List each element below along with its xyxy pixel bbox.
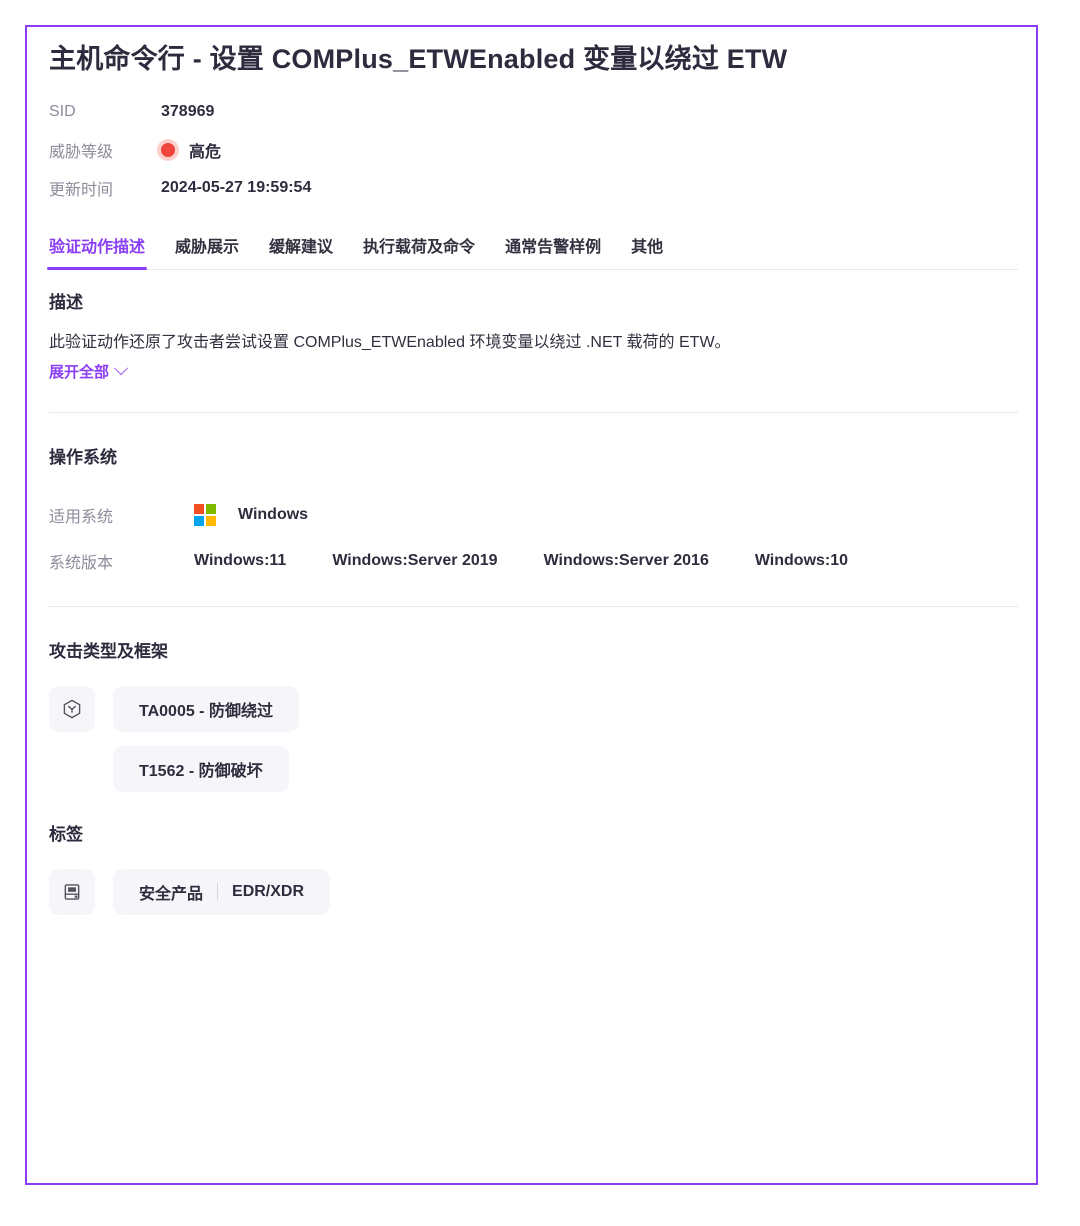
tag-separator (217, 883, 219, 901)
expand-all-label: 展开全部 (49, 363, 110, 381)
windows-logo-icon (194, 503, 216, 526)
tag-chip[interactable]: 安全产品 EDR/XDR (113, 868, 331, 915)
os-section: 操作系统 适用系统 Windows 系统版本 Windows:11 Window… (47, 413, 1018, 584)
attack-heading: 攻击类型及框架 (49, 641, 168, 661)
attack-section: 攻击类型及框架 TA0005 - 防御绕过 T1562 - 防御破坏 (47, 607, 1018, 792)
page-title: 主机命令行 - 设置 COMPlus_ETWEnabled 变量以绕过 ETW (49, 44, 788, 74)
attack-tactic-row: TA0005 - 防御绕过 (49, 685, 1018, 732)
tab-payload-and-commands[interactable]: 执行载荷及命令 (363, 233, 475, 269)
os-version-item: Windows:10 (754, 551, 849, 569)
threat-level-dot-icon (161, 142, 175, 157)
meta-row-update-time: 更新时间 2024-05-27 19:59:54 (49, 169, 1018, 207)
meta-value-update-time: 2024-05-27 19:59:54 (161, 178, 312, 196)
meta-row-threat-level: 威胁等级 高危 (49, 131, 1018, 169)
description-heading: 描述 (49, 292, 83, 312)
tags-section: 标签 安全产品 EDR/XDR (47, 792, 1018, 915)
tab-mitigation-advice[interactable]: 缓解建议 (269, 233, 333, 269)
os-version-list: Windows:11 Windows:Server 2019 Windows:S… (194, 552, 848, 570)
detail-panel: 主机命令行 - 设置 COMPlus_ETWEnabled 变量以绕过 ETW … (25, 25, 1038, 1185)
os-applicable-value: Windows (238, 505, 309, 523)
tag-value: EDR/XDR (232, 882, 305, 900)
attack-tactic-chip[interactable]: TA0005 - 防御绕过 (113, 685, 299, 732)
description-section: 描述 此验证动作还原了攻击者尝试设置 COMPlus_ETWEnabled 环境… (47, 270, 1018, 382)
tab-validation-description[interactable]: 验证动作描述 (46, 233, 148, 270)
tab-threat-display[interactable]: 威胁展示 (175, 233, 239, 269)
tag-category: 安全产品 (139, 885, 204, 903)
os-version-row: 系统版本 Windows:11 Windows:Server 2019 Wind… (49, 538, 1018, 584)
os-version-item: Windows:Server 2016 (543, 551, 709, 569)
os-applicable-row: 适用系统 Windows (49, 492, 1018, 538)
tags-heading: 标签 (49, 824, 83, 844)
tab-bar: 验证动作描述 威胁展示 缓解建议 执行载荷及命令 通常告警样例 其他 (46, 225, 1018, 270)
expand-all-link[interactable]: 展开全部 (49, 361, 129, 382)
meta-row-sid: SID 378969 (49, 93, 1018, 131)
status-badge: 高危 (161, 138, 221, 162)
meta-label-threat-level: 威胁等级 (49, 143, 114, 161)
os-heading: 操作系统 (49, 447, 117, 467)
attack-technique-chip[interactable]: T1562 - 防御破坏 (113, 745, 289, 792)
meta-value-sid: 378969 (161, 102, 215, 120)
os-version-label: 系统版本 (49, 554, 114, 572)
os-version-item: Windows:Server 2019 (332, 551, 498, 569)
os-applicable-label: 适用系统 (49, 508, 114, 526)
hexagon-attack-icon (49, 685, 95, 732)
tag-row: 安全产品 EDR/XDR (49, 868, 1018, 915)
os-version-item: Windows:11 (194, 551, 287, 569)
description-body: 此验证动作还原了攻击者尝试设置 COMPlus_ETWEnabled 环境变量以… (49, 333, 731, 351)
chevron-down-icon (113, 361, 129, 376)
attack-technique-row: T1562 - 防御破坏 (113, 745, 1018, 792)
meta-label-update-time: 更新时间 (49, 181, 114, 199)
tab-alert-samples[interactable]: 通常告警样例 (505, 233, 601, 269)
save-tag-icon (49, 868, 95, 915)
meta-label-sid: SID (49, 102, 76, 120)
metadata-list: SID 378969 威胁等级 高危 更新时间 2024-05-27 19:59… (49, 93, 1018, 207)
tab-other[interactable]: 其他 (631, 233, 663, 269)
meta-value-threat-level: 高危 (189, 143, 222, 161)
